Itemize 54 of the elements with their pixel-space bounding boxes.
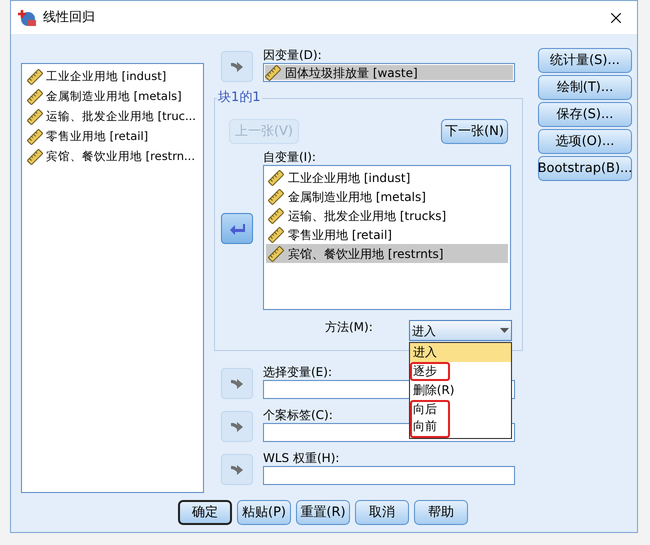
dialog-button[interactable]: 选项(O)... <box>538 129 632 154</box>
variable-item[interactable]: 金属制造业用地 [metals] <box>266 187 508 206</box>
dialog-button[interactable]: 保存(S)... <box>538 102 632 127</box>
dropdown-option[interactable]: 向后 <box>410 400 450 419</box>
app-icon <box>17 8 37 26</box>
dialog-button[interactable]: 取消 <box>355 500 409 525</box>
dialog-button[interactable]: 帮助 <box>414 500 468 525</box>
variable-item[interactable]: 零售业用地 [retail] <box>27 127 198 146</box>
input-field[interactable] <box>263 466 515 485</box>
ruler-icon <box>268 246 284 262</box>
ruler-icon <box>268 170 284 186</box>
field-label: 因变量(D): <box>263 48 322 63</box>
dialog-button[interactable]: 统计量(S)... <box>538 48 632 73</box>
right-arrow-icon <box>229 420 245 432</box>
variable-item[interactable]: 运输、批发企业用地 [trucks] <box>266 206 508 225</box>
ruler-icon <box>265 64 281 80</box>
window-title: 线性回归 <box>43 8 96 27</box>
variable-item[interactable]: 工业企业用地 [indust] <box>266 168 508 187</box>
dialog-button[interactable]: 粘贴(P) <box>237 500 291 525</box>
variable-item[interactable]: 运输、批发企业用地 [truc... <box>27 107 198 126</box>
caret-icon <box>500 328 509 333</box>
field-label: 个案标签(C): <box>263 408 333 423</box>
field-label: WLS 权重(H): <box>263 451 340 466</box>
right-arrow-icon <box>229 60 245 72</box>
dialog-button[interactable]: 绘制(T)... <box>538 75 632 100</box>
ruler-icon <box>27 68 43 84</box>
ruler-icon <box>268 188 284 204</box>
ruler-icon <box>27 88 43 104</box>
field-label: 自变量(I): <box>263 150 316 165</box>
method-dropdown[interactable]: 进入 <box>408 320 512 341</box>
dropdown-option[interactable]: 删除(R) <box>410 381 511 400</box>
left-arrow-icon <box>229 222 245 234</box>
ruler-icon <box>27 108 43 124</box>
field-label: 方法(M): <box>325 320 373 335</box>
variable-item[interactable]: 零售业用地 [retail] <box>266 225 508 244</box>
variable-item[interactable]: 金属制造业用地 [metals] <box>27 87 198 106</box>
right-arrow-icon <box>229 378 245 390</box>
dialog-button[interactable]: 下一张(N) <box>441 119 508 144</box>
variable-item[interactable]: 宾馆、餐饮业用地 [restrn... <box>27 147 198 166</box>
right-arrow-icon <box>229 464 245 476</box>
dialog-button[interactable]: Bootstrap(B)... <box>538 156 632 181</box>
group-legend: 块1的1 <box>217 90 262 106</box>
dialog-button[interactable]: 重置(R) <box>296 500 350 525</box>
variable-item[interactable]: 宾馆、餐饮业用地 [restrnts] <box>266 244 508 263</box>
dropdown-option[interactable]: 进入 <box>410 343 511 362</box>
field-label: 选择变量(E): <box>263 365 332 380</box>
variable-item[interactable]: 工业企业用地 [indust] <box>27 67 198 86</box>
ruler-icon <box>27 148 43 164</box>
ruler-icon <box>27 128 43 144</box>
dropdown-option[interactable]: 逐步 <box>410 362 450 381</box>
dialog-button[interactable]: 确定 <box>178 500 232 525</box>
ruler-icon <box>268 208 284 224</box>
move-button[interactable] <box>221 213 253 244</box>
ruler-icon <box>268 226 284 242</box>
